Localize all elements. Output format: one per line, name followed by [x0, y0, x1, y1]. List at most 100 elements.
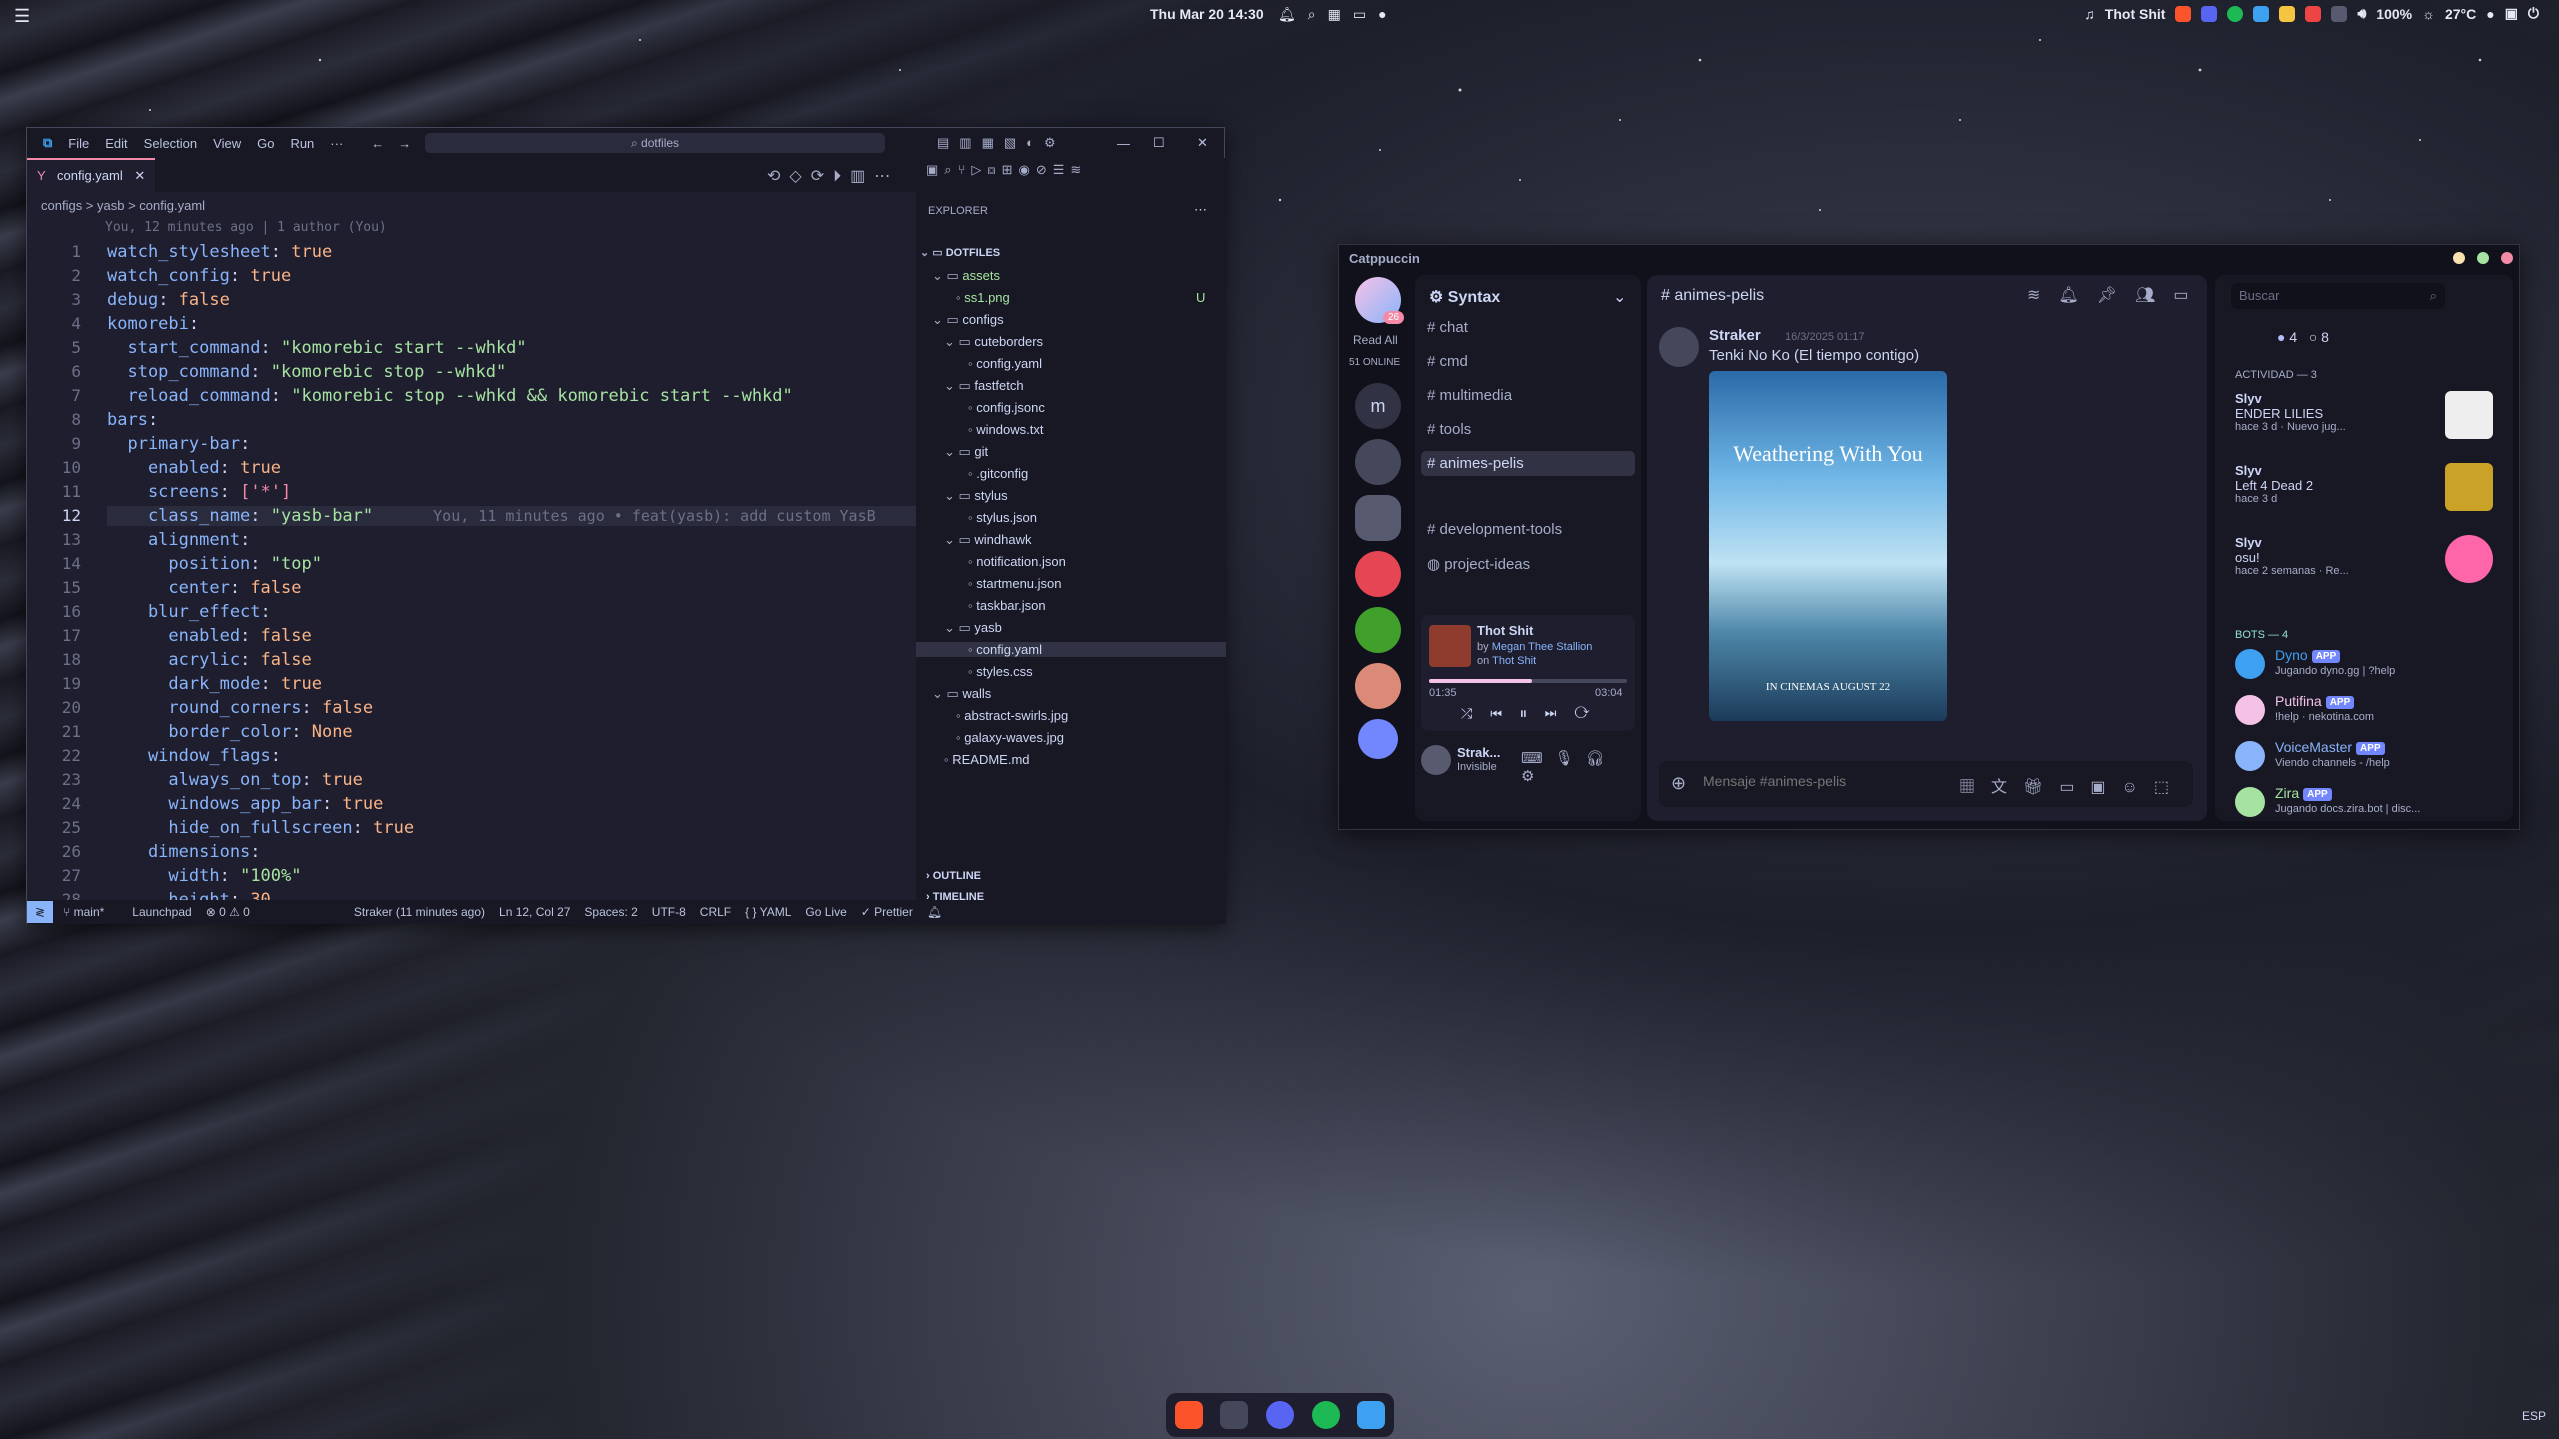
server-m[interactable]: m — [1355, 383, 1401, 429]
code-editor[interactable]: 1 watch_stylesheet: true 2 watch_config: tr… — [27, 240, 916, 900]
minimize-button[interactable] — [2453, 252, 2465, 264]
code-line[interactable]: bars: — [107, 410, 158, 430]
indentation[interactable]: Spaces: 2 — [584, 905, 637, 919]
tree-item[interactable]: ⌄ ▭ walls — [932, 686, 991, 702]
tree-item[interactable]: ◦ .gitconfig — [968, 466, 1028, 481]
activity-item[interactable]: Slyv ENDER LILIES hace 3 d · Nuevo jug... — [2235, 391, 2495, 439]
code-line[interactable]: blur_effect: — [107, 602, 271, 622]
tree-item[interactable]: ◦ abstract-swirls.jpg — [956, 708, 1068, 723]
tree-item[interactable]: ◦ config.yaml — [916, 642, 1226, 657]
server-orange[interactable] — [1355, 663, 1401, 709]
maximize-button[interactable]: ☐ — [1153, 135, 1165, 151]
clock[interactable]: Thu Mar 20 14:30 — [1150, 6, 1264, 22]
code-line[interactable]: screens: ['*'] — [107, 482, 291, 502]
tree-item[interactable]: ◦ config.yaml — [968, 356, 1042, 371]
bell-icon[interactable]: 🔔︎ — [927, 905, 942, 919]
track-album[interactable]: Thot Shit — [1492, 655, 1536, 667]
keyboard-layout[interactable]: ESP — [2522, 1409, 2546, 1423]
forward-arrow-icon[interactable]: → — [398, 136, 411, 151]
code-line[interactable]: watch_stylesheet: true — [107, 242, 332, 262]
menu-item[interactable]: Go — [257, 136, 274, 151]
activity-icons[interactable]: ▣⌕⑂▷⧈⊞◉⊘☰≋ — [926, 162, 1087, 178]
code-line[interactable]: round_corners: false — [107, 698, 373, 718]
tree-item[interactable]: ◦ galaxy-waves.jpg — [956, 730, 1064, 745]
shield-tray-icon[interactable] — [2305, 5, 2322, 22]
cursor-position[interactable]: Ln 12, Col 27 — [499, 905, 570, 919]
monitor-icon[interactable]: ▦ — [1328, 6, 1341, 23]
code-line[interactable]: alignment: — [107, 530, 250, 550]
close-button[interactable]: ✕ — [1197, 135, 1208, 151]
code-line[interactable]: start_command: "komorebic start --whkd" — [107, 338, 526, 358]
message-author[interactable]: Straker — [1709, 327, 1761, 344]
code-line[interactable]: hide_on_fullscreen: true — [107, 818, 414, 838]
code-line[interactable]: dark_mode: true — [107, 674, 322, 694]
tree-item[interactable]: ⌄ ▭ assets — [932, 268, 1000, 284]
volume-level[interactable]: 100% — [2376, 6, 2412, 22]
prettier[interactable]: ✓ Prettier — [861, 905, 913, 919]
tree-item[interactable]: ◦ taskbar.json — [968, 598, 1046, 613]
track-title[interactable]: Thot Shit — [1477, 623, 1533, 638]
menu-icon[interactable]: ☰ — [14, 6, 30, 27]
channel-item[interactable]: # animes-pelis — [1421, 451, 1635, 476]
code-line[interactable]: enabled: true — [107, 458, 281, 478]
line-endings[interactable]: CRLF — [700, 905, 731, 919]
code-line[interactable]: window_flags: — [107, 746, 281, 766]
outline-section[interactable]: › OUTLINE — [926, 870, 981, 882]
tree-item[interactable]: ◦ windows.txt — [968, 422, 1043, 437]
search-input[interactable]: Buscar ⌕ — [2231, 283, 2445, 309]
tree-item[interactable]: ⌄ ▭ yasb — [944, 620, 1002, 636]
tree-item[interactable]: ⌄ ▭ DOTFILES — [920, 246, 1000, 259]
code-line[interactable]: class_name: "yasb-bar" You, 11 minutes ag… — [107, 506, 916, 526]
activity-item[interactable]: Slyv osu! hace 2 semanas · Re... — [2235, 535, 2495, 583]
tree-item[interactable]: ⌄ ▭ fastfetch — [944, 378, 1024, 394]
encoding[interactable]: UTF-8 — [652, 905, 686, 919]
server-green[interactable] — [1355, 607, 1401, 653]
launchpad[interactable]: Launchpad — [132, 905, 191, 919]
explorer-more-icon[interactable]: ⋯ — [1194, 202, 1207, 218]
spotify-icon[interactable] — [1311, 1401, 1340, 1429]
bell-icon[interactable]: 🔔︎ — [1278, 6, 1296, 23]
maximize-button[interactable] — [2477, 252, 2489, 264]
message-input[interactable] — [1703, 773, 1943, 789]
search-icon[interactable]: ⌕ — [1308, 6, 1316, 23]
channel-development-tools[interactable]: # development-tools — [1427, 521, 1562, 538]
tree-item[interactable]: ◦ startmenu.json — [968, 576, 1062, 591]
playback-controls[interactable]: ⤮⏮⏸⏭⟳ — [1461, 705, 1608, 722]
vscode-icon[interactable] — [1357, 1401, 1386, 1429]
terminal-icon[interactable] — [1220, 1401, 1249, 1429]
channel-item[interactable]: # cmd — [1427, 353, 1468, 370]
github-icon[interactable]: ● — [2486, 6, 2494, 22]
menu-item[interactable]: ··· — [330, 136, 343, 151]
code-line[interactable]: always_on_top: true — [107, 770, 363, 790]
code-line[interactable]: komorebi: — [107, 314, 199, 334]
discover-icon[interactable] — [1358, 719, 1398, 759]
now-playing[interactable]: Thot Shit — [2105, 6, 2166, 22]
tree-item[interactable]: ⌄ ▭ configs — [932, 312, 1004, 328]
menu-item[interactable]: Run — [290, 136, 314, 151]
github-icon[interactable]: ● — [1378, 6, 1386, 23]
add-attachment-icon[interactable]: ⊕ — [1671, 773, 1686, 794]
tree-item[interactable]: ◦ config.jsonc — [968, 400, 1045, 415]
server-header[interactable]: ⚙ Syntax — [1429, 287, 1500, 307]
discord-tray-icon[interactable] — [2201, 5, 2218, 22]
code-line[interactable]: acrylic: false — [107, 650, 311, 670]
progress-bar[interactable] — [1429, 679, 1627, 683]
user-name[interactable]: Strak... — [1457, 745, 1500, 760]
read-all-button[interactable]: Read All — [1353, 333, 1398, 347]
editor-action-icons[interactable]: ⟲◇⟳⏵▥⋯ — [767, 166, 899, 186]
code-line[interactable]: windows_app_bar: true — [107, 794, 383, 814]
menu-item[interactable]: Selection — [144, 136, 197, 151]
code-line[interactable]: width: "100%" — [107, 866, 301, 886]
tree-item[interactable]: ◦ notification.json — [968, 554, 1066, 569]
forum-project-ideas[interactable]: ◍ project-ideas — [1427, 555, 1530, 573]
go-live[interactable]: Go Live — [805, 905, 846, 919]
code-line[interactable]: position: "top" — [107, 554, 322, 574]
tree-item[interactable]: ⌄ ▭ stylus — [944, 488, 1008, 504]
spotify-tray-icon[interactable] — [2227, 5, 2244, 22]
menu-item[interactable]: View — [213, 136, 241, 151]
server-triangle[interactable] — [1355, 439, 1401, 485]
lock-icon[interactable]: ▣ — [2505, 5, 2518, 22]
code-line[interactable]: stop_command: "komorebic stop --whkd" — [107, 362, 506, 382]
back-arrow-icon[interactable]: ← — [371, 136, 384, 151]
channel-item[interactable]: # tools — [1427, 421, 1471, 438]
